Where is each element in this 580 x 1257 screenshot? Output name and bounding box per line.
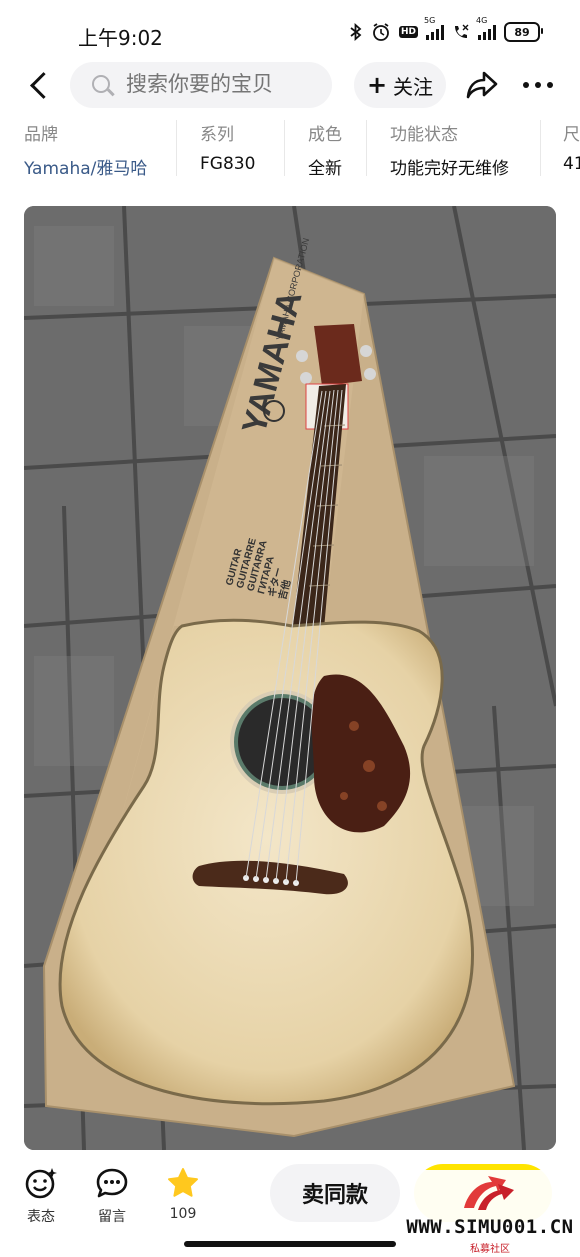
site-watermark: WWW.SIMU001.CN 私募社区 — [400, 1170, 580, 1257]
attr-value: 功能完好无维修 — [390, 159, 509, 179]
share-icon[interactable] — [464, 69, 500, 101]
watermark-logo-icon — [458, 1172, 522, 1214]
top-nav: + 关注 — [0, 60, 580, 114]
attr-divider — [366, 120, 367, 176]
watermark-sub: 私募社区 — [470, 1244, 510, 1255]
attr-divider — [540, 120, 541, 176]
attr-divider — [284, 120, 285, 176]
plus-icon: + — [366, 71, 388, 99]
attr-value[interactable]: Yamaha/雅马哈 — [24, 154, 147, 179]
call-icon — [452, 23, 470, 41]
status-icons: HD 5G 4G 89 — [349, 16, 543, 42]
attr-value: FG830 — [200, 154, 256, 174]
signal-label-4g: 4G — [476, 16, 488, 25]
attr-value: 全新 — [308, 159, 342, 179]
attributes-strip: 品牌 Yamaha/雅马哈 系列 FG830 成色 全新 功能状态 功能完好无维… — [0, 114, 580, 190]
search-icon — [92, 75, 110, 93]
signal-icon: 5G — [424, 16, 444, 40]
attr-label: 系列 — [200, 125, 234, 145]
sell-same-button[interactable]: 卖同款 — [270, 1164, 400, 1222]
attr-divider — [176, 120, 177, 176]
attr-label: 功能状态 — [390, 125, 458, 145]
attr-label: 品牌 — [24, 125, 58, 145]
signal-label-5g: 5G — [424, 16, 436, 25]
home-indicator[interactable] — [184, 1241, 396, 1247]
comment-icon — [95, 1166, 129, 1200]
status-bar: 上午9:02 HD 5G 4G 89 — [0, 0, 580, 66]
follow-label: 关注 — [393, 74, 434, 99]
follow-button[interactable]: + 关注 — [354, 62, 446, 108]
status-time: 上午9:02 — [78, 26, 163, 50]
smiley-icon — [24, 1166, 58, 1200]
attr-label: 成色 — [308, 125, 342, 145]
express-label: 表态 — [27, 1209, 55, 1225]
bluetooth-icon — [349, 23, 363, 41]
favorite-count: 109 — [169, 1206, 197, 1222]
product-photo[interactable]: YAMAHA YAMAHA CORPORATION GUITAR GUITARR… — [24, 206, 556, 1150]
search-bar[interactable] — [70, 62, 332, 108]
attr-value: 41 — [563, 154, 580, 174]
guitar-photo-illustration: YAMAHA YAMAHA CORPORATION GUITAR GUITARR… — [24, 206, 556, 1150]
more-icon[interactable] — [523, 75, 557, 95]
back-icon[interactable] — [26, 70, 56, 100]
comment-label: 留言 — [98, 1209, 126, 1225]
watermark-site: WWW.SIMU001.CN — [406, 1216, 574, 1238]
star-icon — [166, 1166, 200, 1200]
comment-button[interactable]: 留言 — [87, 1166, 137, 1226]
attr-label: 尺 — [563, 125, 580, 145]
alarm-icon — [371, 22, 391, 42]
hd-icon: HD — [398, 26, 418, 38]
search-input[interactable] — [126, 72, 326, 96]
favorite-button[interactable]: 109 — [158, 1166, 208, 1222]
battery-icon: 89 — [504, 22, 543, 42]
signal-icon: 4G — [476, 16, 496, 40]
express-button[interactable]: 表态 — [16, 1166, 66, 1226]
